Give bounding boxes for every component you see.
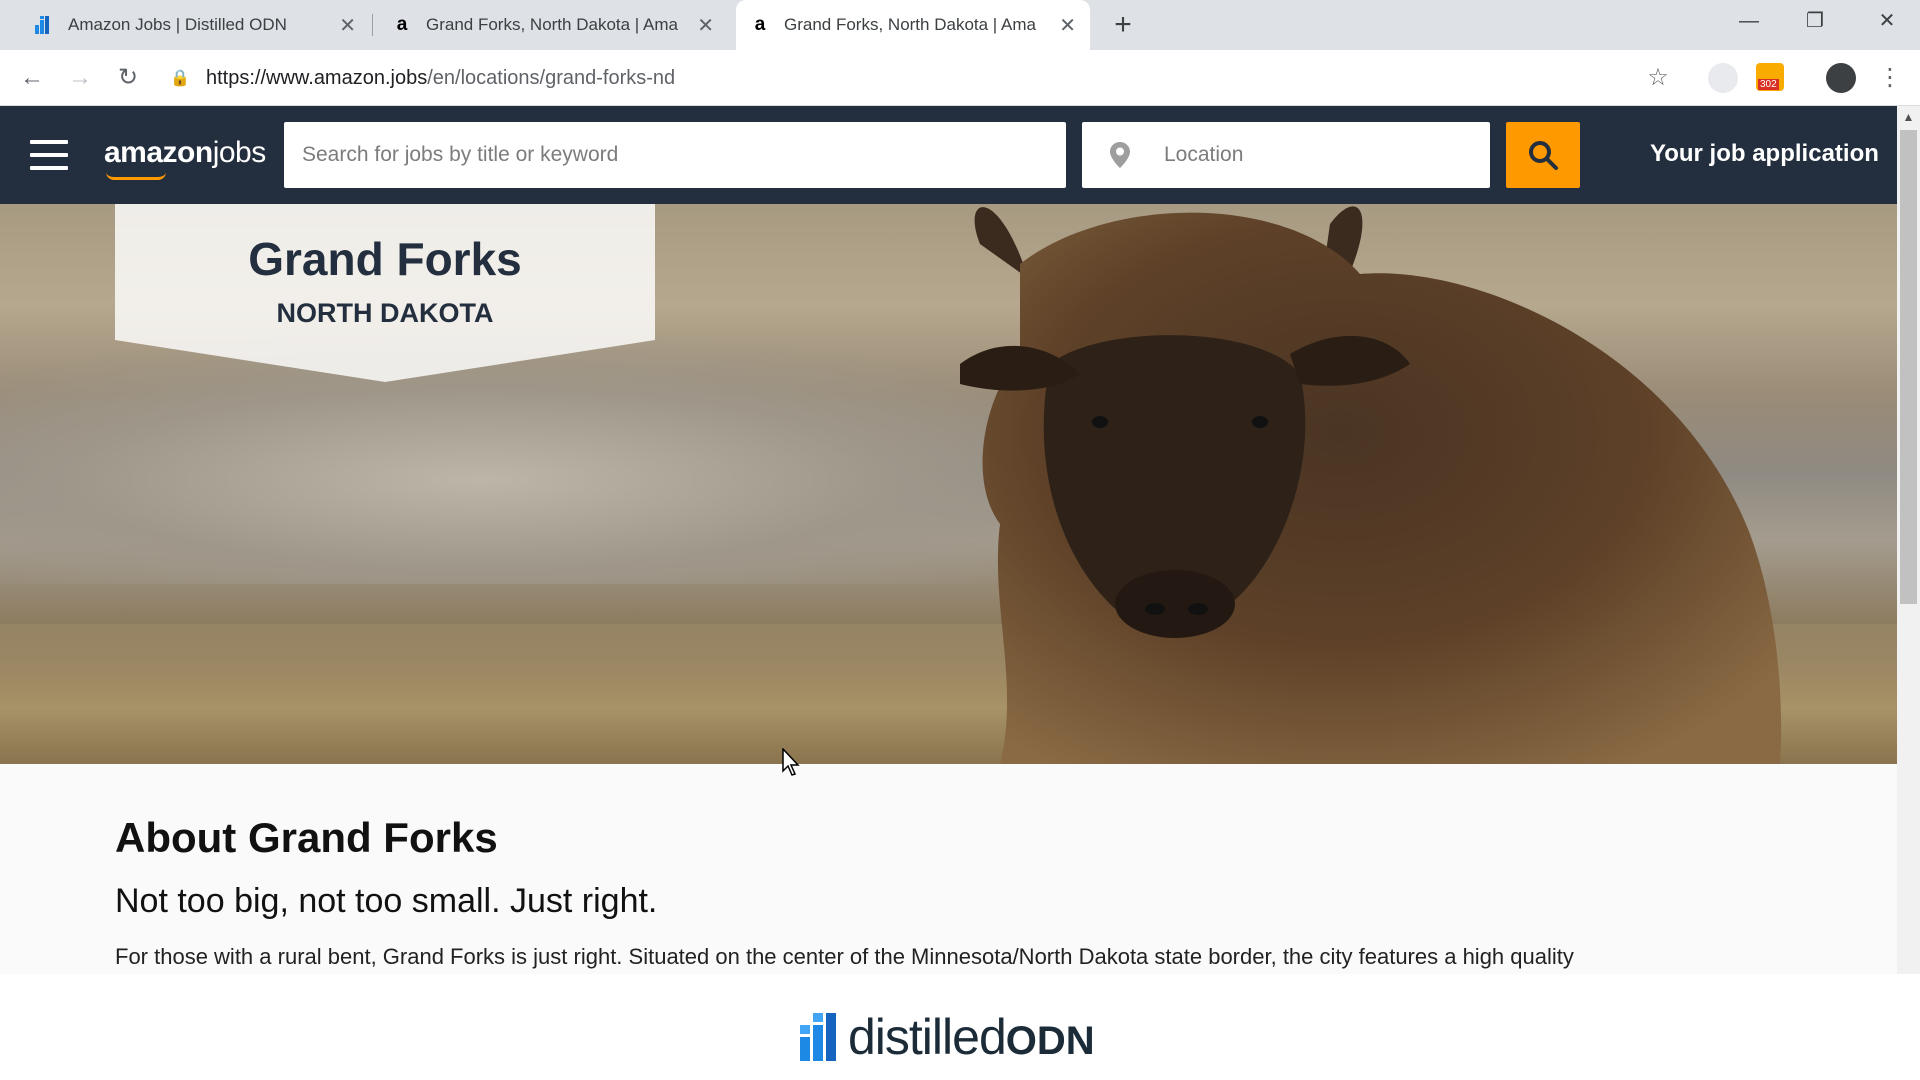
new-tab-icon[interactable]: + xyxy=(1108,8,1138,42)
hamburger-menu-icon[interactable] xyxy=(30,140,68,170)
state-name: NORTH DAKOTA xyxy=(276,298,494,328)
lock-icon: 🔒 xyxy=(170,70,190,87)
close-tab-icon[interactable]: ✕ xyxy=(339,13,356,38)
extension-icon[interactable] xyxy=(1708,63,1738,93)
location-input[interactable]: Location xyxy=(1082,122,1490,188)
minimize-icon[interactable]: — xyxy=(1716,0,1782,42)
browser-menu-icon[interactable]: ⋮ xyxy=(1872,60,1908,96)
tab-separator xyxy=(372,14,373,36)
logo-amazon: amazon xyxy=(104,136,213,169)
bison-illustration xyxy=(960,206,1782,764)
bookmark-star-icon[interactable]: ☆ xyxy=(1640,60,1676,96)
close-window-icon[interactable]: ✕ xyxy=(1854,0,1920,42)
city-name: Grand Forks xyxy=(248,233,522,285)
url-path: /en/locations/grand-forks-nd xyxy=(427,66,676,89)
tab-title: Grand Forks, North Dakota | Ama xyxy=(784,15,1036,34)
about-paragraph: For those with a rural bent, Grand Forks… xyxy=(115,944,1574,969)
scrollbar-thumb[interactable] xyxy=(1900,130,1917,604)
amazon-smile-icon xyxy=(106,172,166,180)
distilled-odn-logo: distilledODN xyxy=(800,1008,1095,1066)
tab-grand-forks-active[interactable]: a Grand Forks, North Dakota | Ama ✕ xyxy=(736,0,1090,50)
browser-tab-strip: Amazon Jobs | Distilled ODN ✕ a Grand Fo… xyxy=(0,0,1920,50)
extension-badge-icon[interactable]: 302 xyxy=(1756,63,1784,91)
back-icon[interactable]: ← xyxy=(14,60,50,96)
brand-main: distilled xyxy=(848,1009,1007,1065)
close-tab-icon[interactable]: ✕ xyxy=(1059,13,1076,38)
footer-watermark: distilledODN xyxy=(0,974,1920,1080)
amazon-a-icon: a xyxy=(396,14,408,35)
search-button[interactable] xyxy=(1506,122,1580,188)
search-placeholder: Search for jobs by title or keyword xyxy=(302,143,619,166)
page-scrollbar[interactable]: ▲ xyxy=(1897,106,1920,974)
city-banner-text: Grand Forks NORTH DAKOTA xyxy=(115,224,655,332)
about-subheading: Not too big, not too small. Just right. xyxy=(115,882,658,920)
about-heading: About Grand Forks xyxy=(115,814,498,861)
restore-icon[interactable]: ❐ xyxy=(1782,0,1848,42)
url-host: https://www.amazon.jobs xyxy=(206,66,428,89)
tab-title: Grand Forks, North Dakota | Ama xyxy=(426,15,678,34)
location-placeholder: Location xyxy=(1164,143,1244,166)
profile-avatar[interactable] xyxy=(1826,63,1856,93)
tab-amazon-jobs-distilled[interactable]: Amazon Jobs | Distilled ODN ✕ xyxy=(20,0,370,50)
distilled-odn-icon xyxy=(800,1013,836,1061)
reload-icon[interactable]: ↻ xyxy=(110,60,146,96)
amazon-jobs-logo[interactable]: amazonjobs xyxy=(104,136,267,180)
tab-title: Amazon Jobs | Distilled ODN xyxy=(68,15,287,34)
logo-jobs: jobs xyxy=(212,136,267,169)
close-tab-icon[interactable]: ✕ xyxy=(697,13,714,38)
site-header: amazonjobs Search for jobs by title or k… xyxy=(0,106,1897,204)
map-pin-icon xyxy=(1110,142,1130,168)
forward-icon[interactable]: → xyxy=(62,60,98,96)
mouse-cursor-icon xyxy=(782,748,800,776)
brand-suffix: ODN xyxy=(1005,1019,1095,1063)
tab-grand-forks-1[interactable]: a Grand Forks, North Dakota | Ama ✕ xyxy=(378,0,728,50)
job-search-input[interactable]: Search for jobs by title or keyword xyxy=(284,122,1066,188)
scroll-up-icon[interactable]: ▲ xyxy=(1897,106,1920,128)
browser-toolbar: ← → ↻ 🔒 https://www.amazon.jobs/en/locat… xyxy=(0,50,1920,106)
address-bar[interactable]: 🔒 https://www.amazon.jobs/en/locations/g… xyxy=(170,60,1670,96)
extension-badge-count: 302 xyxy=(1758,79,1779,90)
search-icon xyxy=(1529,141,1558,170)
amazon-a-icon: a xyxy=(754,14,766,35)
about-section: About Grand Forks Not too big, not too s… xyxy=(0,764,1897,974)
your-job-application-link[interactable]: Your job application xyxy=(1650,140,1879,168)
distilled-odn-icon xyxy=(34,15,54,35)
